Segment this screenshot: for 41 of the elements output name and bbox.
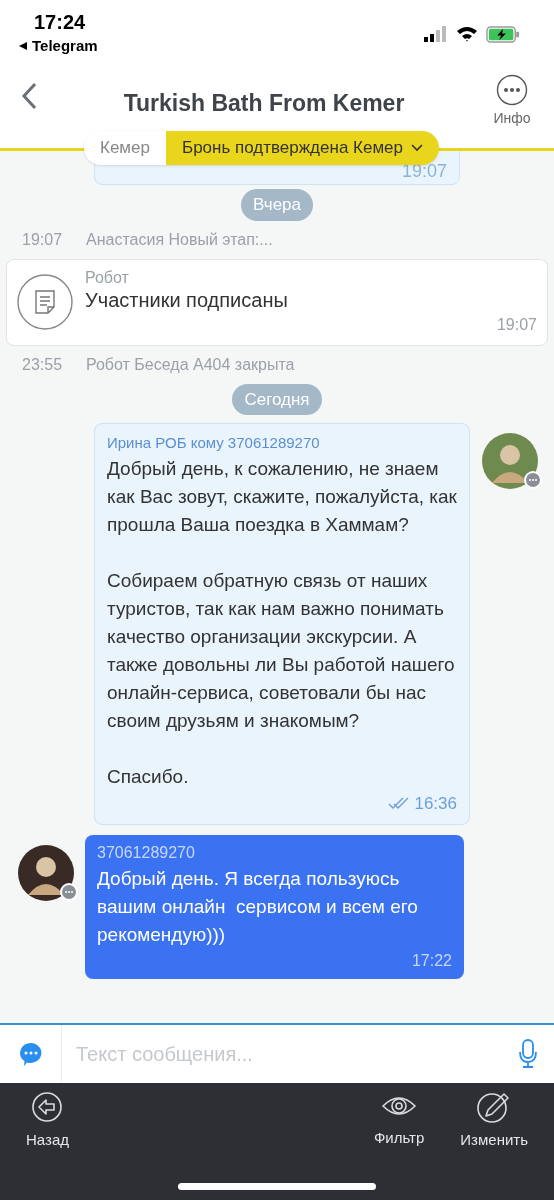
wifi-icon bbox=[456, 26, 478, 42]
sender-name: 37061289270 bbox=[97, 843, 196, 863]
document-icon bbox=[17, 274, 73, 330]
filter-tab[interactable]: Кемер bbox=[84, 131, 166, 165]
microphone-icon[interactable] bbox=[518, 1039, 538, 1069]
battery-icon bbox=[486, 25, 520, 43]
status-time: 17:24 bbox=[34, 10, 87, 35]
info-button[interactable]: Инфо bbox=[484, 74, 540, 129]
date-badge: Вчера bbox=[241, 189, 313, 221]
message-text: Добрый день. Я всегда пользуюсь вашим онлайн сервисом и всем его рекомендую))) bbox=[97, 867, 419, 947]
event-text: Анастасия Новый этап:... bbox=[86, 229, 273, 250]
sender-name: Робот bbox=[85, 267, 130, 288]
more-badge-icon bbox=[524, 471, 542, 489]
chat-title: Turkish Bath From Kemer bbox=[122, 89, 406, 118]
event-time: 23:55 bbox=[22, 354, 64, 375]
event-text: Робот Беседа А404 закрыта bbox=[86, 354, 295, 375]
toolbar-button[interactable]: Назад bbox=[22, 1091, 73, 1152]
message-input[interactable]: Текст сообщения... bbox=[62, 1025, 502, 1083]
chevron-down-icon bbox=[411, 144, 423, 152]
signal-icon bbox=[424, 26, 448, 42]
filter-tab[interactable]: Бронь подтверждена Кемер bbox=[165, 131, 439, 165]
message-time: 19:07 bbox=[401, 162, 447, 180]
toolbar-button[interactable]: Изменить bbox=[456, 1091, 532, 1152]
message-text: Участники подписаны bbox=[85, 287, 289, 313]
chat-bubble-icon bbox=[17, 1041, 44, 1067]
event-time: 19:07 bbox=[22, 229, 64, 250]
message-time: 19:07 bbox=[496, 314, 537, 335]
more-badge-icon bbox=[60, 883, 78, 901]
back-app-link[interactable]: Telegram bbox=[32, 35, 98, 58]
avatar bbox=[482, 433, 538, 489]
message-text: Добрый день, к сожалению, не знаем как Вас зовут, скажите, пожалуйста, как прошла Ваша поездка в Хаммам? Собираем обратную связь от наших туристов, так как нам важно понимать качество организации экскурсии. А также довольны ли Вы работой нашего онлайн-сервиса, советовали бы нас своим друзьям и знакомым? Спасибо. bbox=[107, 456, 457, 789]
avatar bbox=[18, 845, 74, 901]
back-triangle-icon bbox=[18, 41, 28, 52]
date-badge: Сегодня bbox=[232, 383, 322, 415]
message-time: 17:22 bbox=[411, 951, 452, 971]
edit-icon bbox=[477, 1091, 512, 1123]
sender-name: Ирина РОБ кому 37061289270 bbox=[107, 433, 321, 453]
chevron-left-icon bbox=[21, 82, 37, 110]
toolbar-button[interactable]: Фильтр bbox=[369, 1091, 429, 1150]
message-time: 16:36 bbox=[414, 792, 457, 815]
more-icon bbox=[496, 74, 528, 106]
